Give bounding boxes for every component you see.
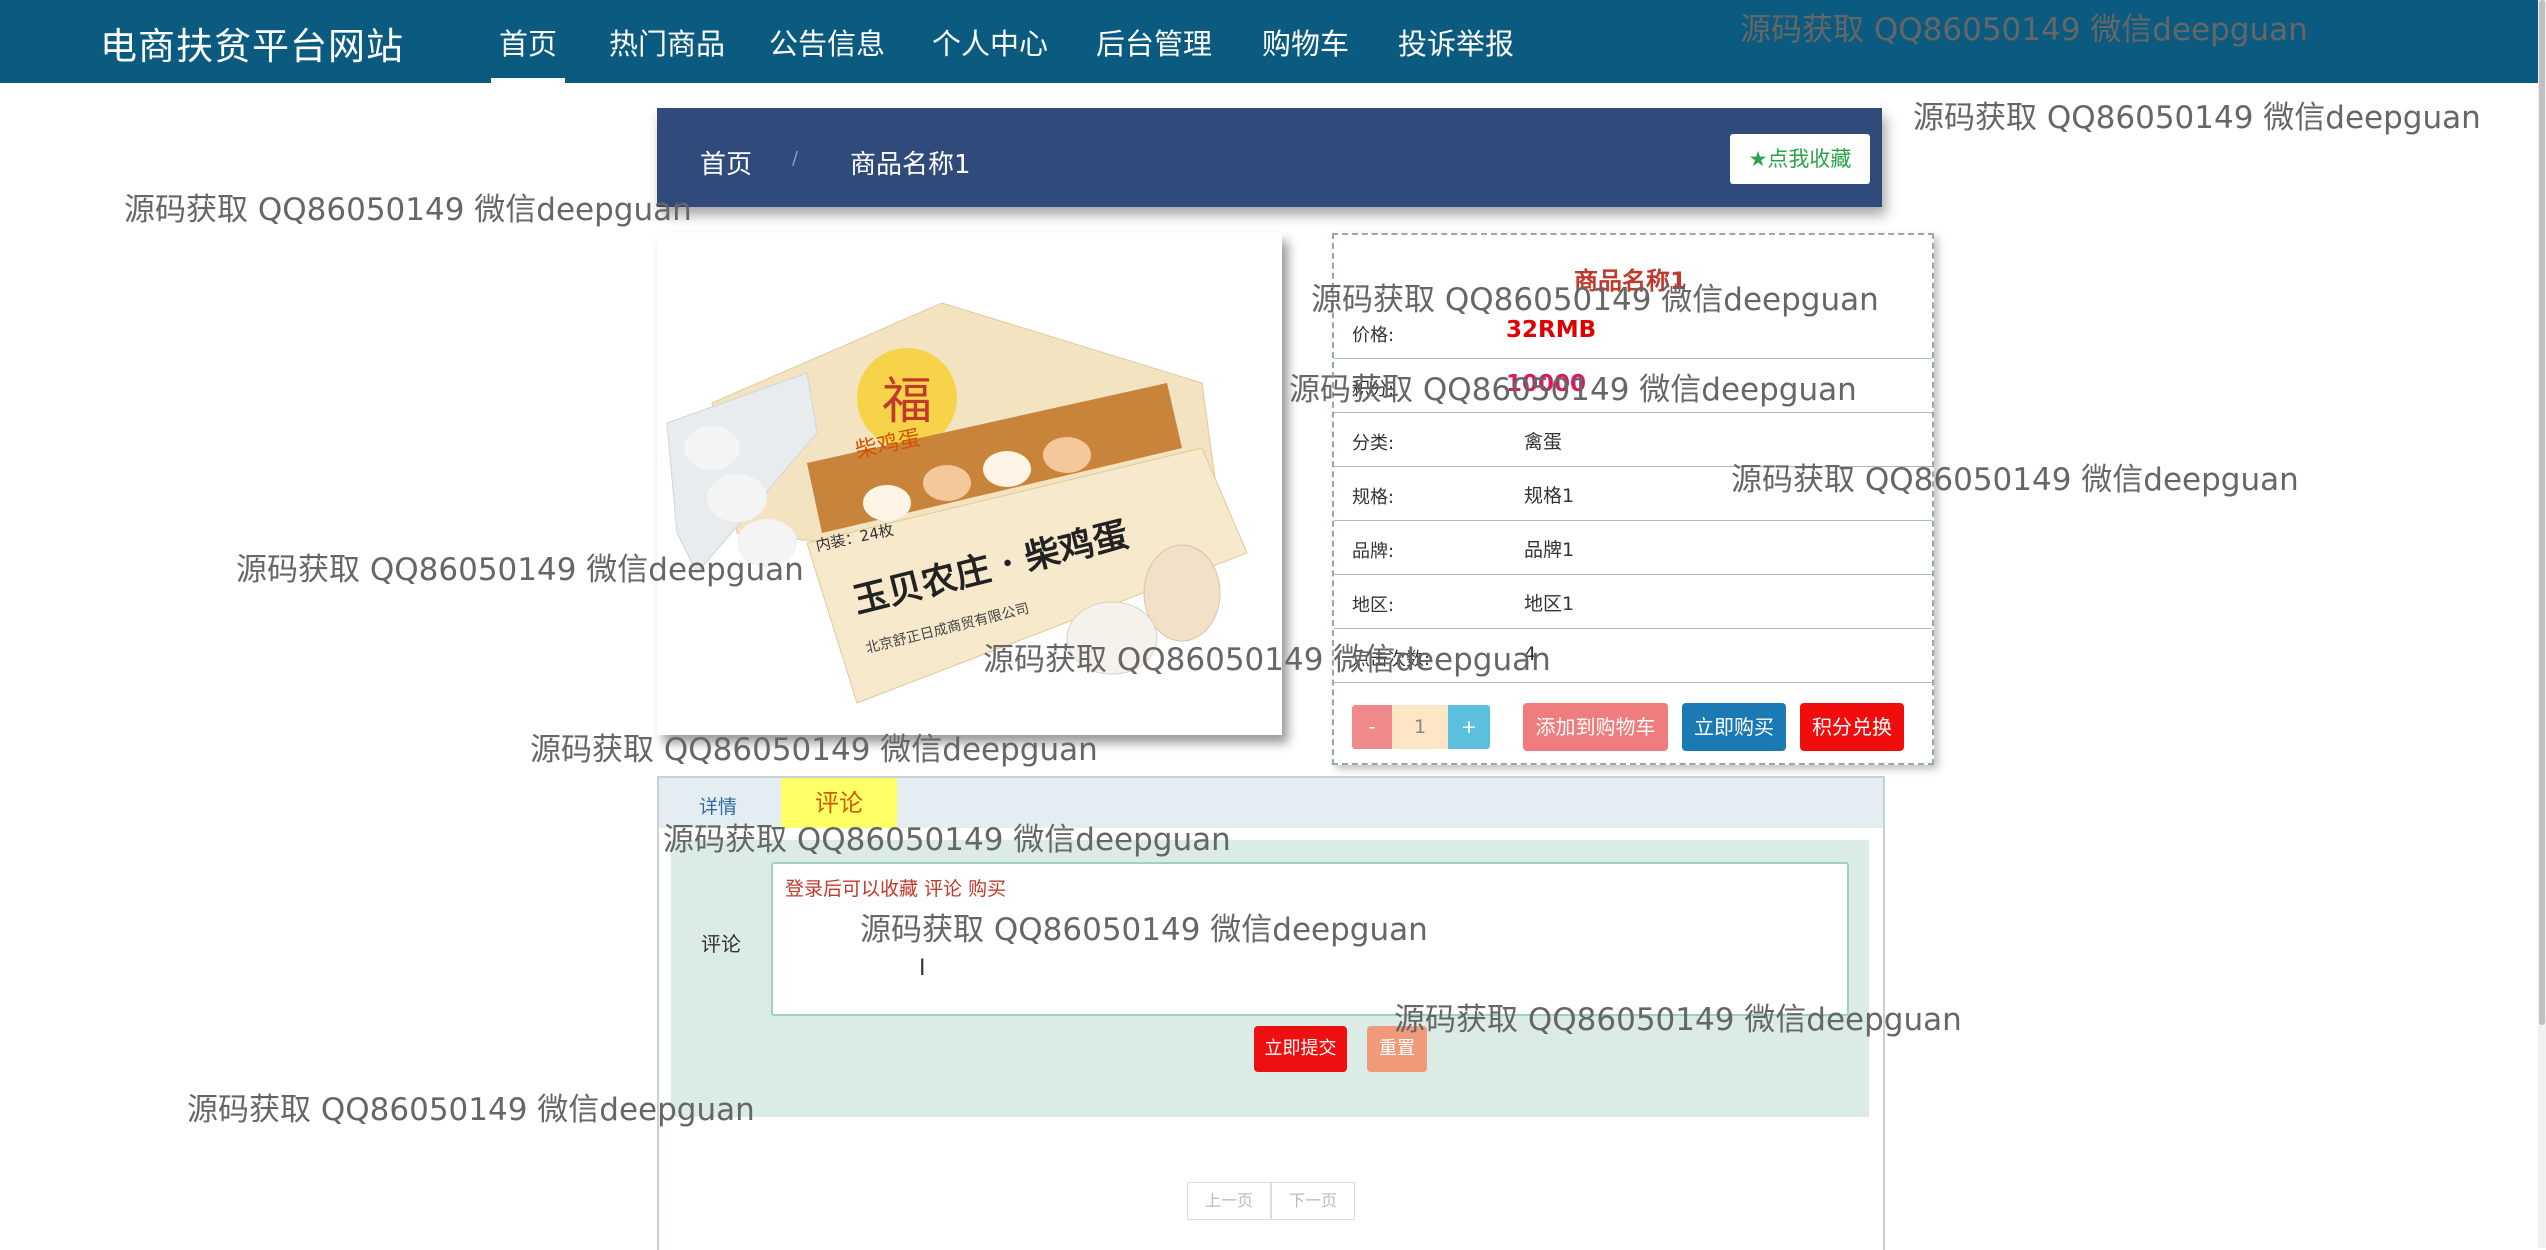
watermark-text: 源码获取 QQ86050149 微信deepguan bbox=[187, 1092, 755, 1128]
favorite-label: 点我收藏 bbox=[1767, 147, 1852, 171]
region-value: 地区1 bbox=[1524, 593, 1575, 615]
submit-comment-button[interactable]: 立即提交 bbox=[1254, 1026, 1347, 1072]
add-to-cart-button[interactable]: 添加到购物车 bbox=[1523, 703, 1668, 751]
text-cursor-icon: I bbox=[919, 956, 926, 981]
scrollbar-thumb[interactable] bbox=[2539, 0, 2545, 1025]
nav-item-home[interactable]: 首页 bbox=[490, 21, 566, 83]
breadcrumb: 首页 / 商品名称1 ★点我收藏 bbox=[657, 108, 1882, 207]
star-icon: ★ bbox=[1748, 147, 1768, 171]
watermark-text: 源码获取 QQ86050149 微信deepguan bbox=[1289, 372, 1857, 408]
comment-label: 评论 bbox=[701, 932, 741, 956]
watermark-text: 源码获取 QQ86050149 微信deepguan bbox=[1913, 100, 2481, 136]
price-label: 价格: bbox=[1352, 325, 1395, 346]
watermark-text: 源码获取 QQ86050149 微信deepguan bbox=[1394, 1002, 1962, 1038]
points-exchange-button[interactable]: 积分兑换 bbox=[1800, 703, 1904, 751]
breadcrumb-home[interactable]: 首页 bbox=[700, 144, 752, 181]
pagination: 上一页 下一页 bbox=[1187, 1182, 1355, 1220]
spec-value: 规格1 bbox=[1524, 485, 1575, 507]
buy-now-button[interactable]: 立即购买 bbox=[1682, 703, 1786, 751]
brand-row: 品牌: 品牌1 bbox=[1334, 521, 1932, 575]
nav-item-personal-center[interactable]: 个人中心 bbox=[932, 21, 1048, 63]
page-scrollbar[interactable] bbox=[2538, 0, 2546, 1248]
spec-label: 规格: bbox=[1352, 487, 1395, 508]
category-value: 禽蛋 bbox=[1524, 431, 1563, 453]
comment-placeholder: 登录后可以收藏 评论 购买 bbox=[785, 878, 1007, 900]
site-brand[interactable]: 电商扶贫平台网站 bbox=[100, 16, 404, 70]
image-logo-text: 福 bbox=[882, 372, 932, 430]
watermark-text: 源码获取 QQ86050149 微信deepguan bbox=[1740, 12, 2308, 48]
watermark-text: 源码获取 QQ86050149 微信deepguan bbox=[1731, 462, 2299, 498]
nav-item-complaints[interactable]: 投诉举报 bbox=[1398, 21, 1514, 63]
watermark-text: 源码获取 QQ86050149 微信deepguan bbox=[983, 642, 1551, 678]
breadcrumb-separator: / bbox=[792, 148, 799, 169]
nav-item-cart[interactable]: 购物车 bbox=[1262, 21, 1349, 63]
price-value: 32RMB bbox=[1506, 317, 1597, 343]
quantity-input[interactable]: 1 bbox=[1392, 705, 1448, 749]
nav-item-announcements[interactable]: 公告信息 bbox=[769, 21, 885, 63]
brand-value: 品牌1 bbox=[1524, 539, 1575, 561]
watermark-text: 源码获取 QQ86050149 微信deepguan bbox=[1311, 282, 1879, 318]
quantity-increase-button[interactable]: + bbox=[1448, 705, 1490, 749]
watermark-text: 源码获取 QQ86050149 微信deepguan bbox=[663, 822, 1231, 858]
breadcrumb-current: 商品名称1 bbox=[850, 150, 971, 180]
region-row: 地区: 地区1 bbox=[1334, 575, 1932, 629]
next-page-button[interactable]: 下一页 bbox=[1271, 1182, 1355, 1220]
nav-item-hot-products[interactable]: 热门商品 bbox=[609, 21, 725, 63]
nav-item-admin[interactable]: 后台管理 bbox=[1096, 21, 1212, 63]
region-label: 地区: bbox=[1352, 595, 1395, 616]
comment-form: 评论 登录后可以收藏 评论 购买 I 立即提交 重置 bbox=[671, 840, 1869, 1117]
watermark-text: 源码获取 QQ86050149 微信deepguan bbox=[530, 732, 1098, 768]
favorite-button[interactable]: ★点我收藏 bbox=[1730, 134, 1870, 184]
prev-page-button[interactable]: 上一页 bbox=[1187, 1182, 1271, 1220]
watermark-text: 源码获取 QQ86050149 微信deepguan bbox=[860, 912, 1428, 948]
watermark-text: 源码获取 QQ86050149 微信deepguan bbox=[236, 552, 804, 588]
watermark-text: 源码获取 QQ86050149 微信deepguan bbox=[124, 192, 692, 228]
quantity-decrease-button[interactable]: - bbox=[1352, 705, 1392, 749]
category-label: 分类: bbox=[1352, 433, 1395, 454]
brand-label: 品牌: bbox=[1352, 541, 1395, 562]
